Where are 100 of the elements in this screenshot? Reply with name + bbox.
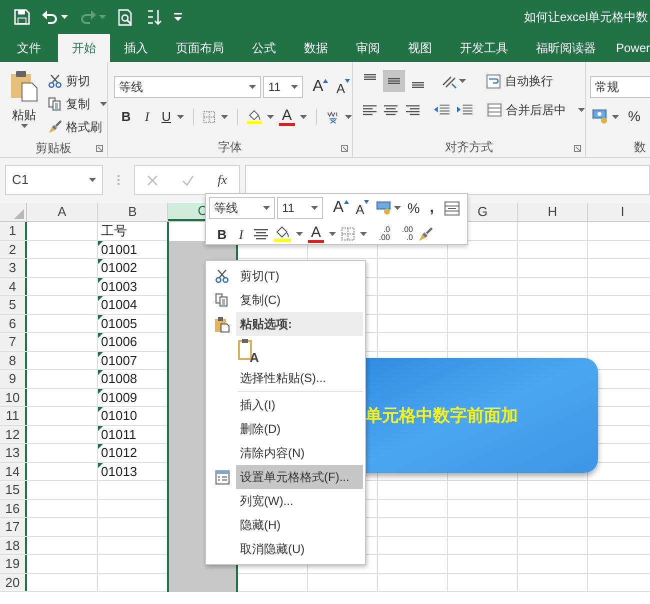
menu-item[interactable]: 设置单元格格式(F)... — [236, 465, 363, 489]
percent-button[interactable]: % — [628, 106, 640, 127]
decrease-decimal-button[interactable]: .00 .0 — [395, 226, 413, 242]
caret-icon — [266, 114, 274, 119]
number-format-field[interactable]: 常规 — [590, 76, 650, 98]
grow-font-button[interactable]: A — [331, 200, 351, 216]
fill-bucket-icon[interactable] — [246, 108, 262, 125]
cell-text: 01003 — [101, 278, 138, 296]
clipboard-command[interactable]: 格式刷 — [48, 116, 107, 138]
decrease-indent-icon[interactable] — [434, 103, 451, 117]
dialog-launcher-icon[interactable] — [341, 145, 348, 152]
group-label: 对齐方式 — [445, 139, 493, 156]
paste-option-button[interactable]: A — [238, 338, 260, 364]
bold-button[interactable]: B — [118, 107, 134, 126]
row-header: 16 — [0, 500, 27, 517]
italic-button[interactable]: I — [234, 224, 248, 244]
accounting-format-icon[interactable] — [376, 201, 392, 216]
cell-text: 工号 — [101, 222, 127, 240]
clipboard-command[interactable]: 复制 — [48, 93, 107, 115]
clipboard-icon — [10, 70, 38, 102]
print-preview-icon[interactable] — [118, 8, 134, 26]
menu-item[interactable]: 列宽(W)... — [236, 489, 363, 513]
currency-icon[interactable] — [592, 109, 609, 124]
borders-icon[interactable] — [203, 110, 216, 124]
cell-text: 01006 — [101, 333, 138, 351]
ribbon-tab[interactable]: 开始 — [58, 34, 110, 62]
ribbon-tab[interactable]: 开发工具 — [446, 34, 522, 62]
row-header: 20 — [0, 574, 27, 591]
font-name-field[interactable]: 等线 — [114, 76, 262, 98]
align-center-icon — [253, 227, 269, 242]
paintbrush-icon[interactable] — [418, 226, 433, 242]
caret-icon — [344, 114, 352, 119]
sort-icon[interactable] — [146, 8, 162, 26]
ribbon-tab[interactable]: 页面布局 — [162, 34, 238, 62]
ribbon-tab[interactable]: 文件 — [0, 34, 58, 62]
ribbon-tab[interactable]: 公式 — [238, 34, 290, 62]
name-box[interactable]: C1 — [5, 165, 103, 195]
caret-icon — [459, 79, 466, 83]
cell-text: 01004 — [101, 296, 138, 314]
formula-input[interactable] — [245, 165, 650, 195]
row-header: 9 — [0, 370, 27, 388]
format-cells-icon — [214, 470, 230, 484]
grow-font-button[interactable]: A — [310, 79, 330, 95]
font-size-field[interactable]: 11 — [263, 76, 303, 98]
menu-item[interactable]: 隐藏(H) — [236, 513, 363, 537]
insert-function-button[interactable]: fx — [218, 170, 228, 190]
undo-icon[interactable] — [42, 9, 58, 25]
ribbon-tab[interactable]: 审阅 — [342, 34, 394, 62]
ribbon-tab[interactable]: 插入 — [110, 34, 162, 62]
column-header[interactable]: H — [518, 203, 588, 221]
menu-item[interactable]: 取消隐藏(U) — [236, 537, 363, 561]
save-icon[interactable] — [14, 9, 30, 25]
group-label: 数 — [633, 139, 646, 156]
borders-icon[interactable] — [341, 227, 355, 242]
customize-icon[interactable] — [174, 13, 182, 21]
font-color-button[interactable]: A — [278, 108, 295, 126]
cell-text: 01005 — [101, 314, 138, 332]
merge-center-button[interactable]: 合并后居中 — [487, 101, 586, 119]
cell-text: 01002 — [101, 259, 138, 277]
caret-icon — [290, 85, 298, 89]
down-arrow-icon — [364, 200, 370, 204]
comma-style-button[interactable]: , — [430, 197, 434, 220]
ribbon-tab[interactable]: 数据 — [290, 34, 342, 62]
row-header: 5 — [0, 296, 27, 314]
font-size-field[interactable]: 11 — [277, 197, 323, 220]
font-color-button[interactable]: A — [308, 225, 324, 244]
fill-bucket-icon[interactable] — [274, 226, 291, 242]
column-header[interactable]: I — [588, 203, 650, 221]
row-header: 1 — [0, 222, 27, 240]
ribbon-tab[interactable]: Power — [610, 34, 650, 62]
menu-item[interactable]: 剪切(T) — [236, 264, 363, 288]
wrap-text-button[interactable]: 自动换行 — [486, 72, 553, 90]
paste-button[interactable]: 粘贴 — [6, 70, 42, 138]
cell-text: 01010 — [101, 407, 138, 425]
increase-decimal-button[interactable]: .0 .00 — [372, 226, 390, 242]
dialog-launcher-icon[interactable] — [574, 145, 581, 152]
shrink-font-button[interactable]: A — [354, 200, 372, 216]
group-label: 剪贴板 — [36, 140, 72, 156]
shrink-font-button[interactable]: A — [334, 79, 352, 95]
drag-handle-icon — [117, 174, 120, 186]
enter-check-icon[interactable] — [182, 174, 194, 186]
ribbon-tab[interactable]: 视图 — [394, 34, 446, 62]
ribbon-tab[interactable]: 福昕阅读器 — [522, 34, 610, 62]
italic-button[interactable]: I — [139, 107, 156, 126]
row-header: 8 — [0, 352, 27, 369]
font-name-field[interactable]: 等线 — [209, 197, 275, 220]
cell-text: 01001 — [101, 240, 138, 258]
bold-button[interactable]: B — [215, 224, 229, 244]
menu-item[interactable]: 复制(C) — [236, 288, 363, 312]
dialog-launcher-icon[interactable] — [96, 145, 103, 152]
phonetic-guide-icon[interactable] — [326, 108, 340, 125]
table-format-icon[interactable] — [444, 200, 460, 216]
column-header[interactable]: A — [27, 203, 98, 221]
percent-button[interactable]: % — [407, 198, 420, 219]
vertical-align-button[interactable] — [383, 70, 405, 92]
clipboard-command[interactable]: 剪切 — [48, 70, 107, 92]
row-header: 12 — [0, 426, 27, 443]
caret-icon — [394, 206, 402, 210]
increase-indent-icon[interactable] — [456, 103, 474, 117]
underline-button[interactable]: U — [160, 107, 172, 126]
